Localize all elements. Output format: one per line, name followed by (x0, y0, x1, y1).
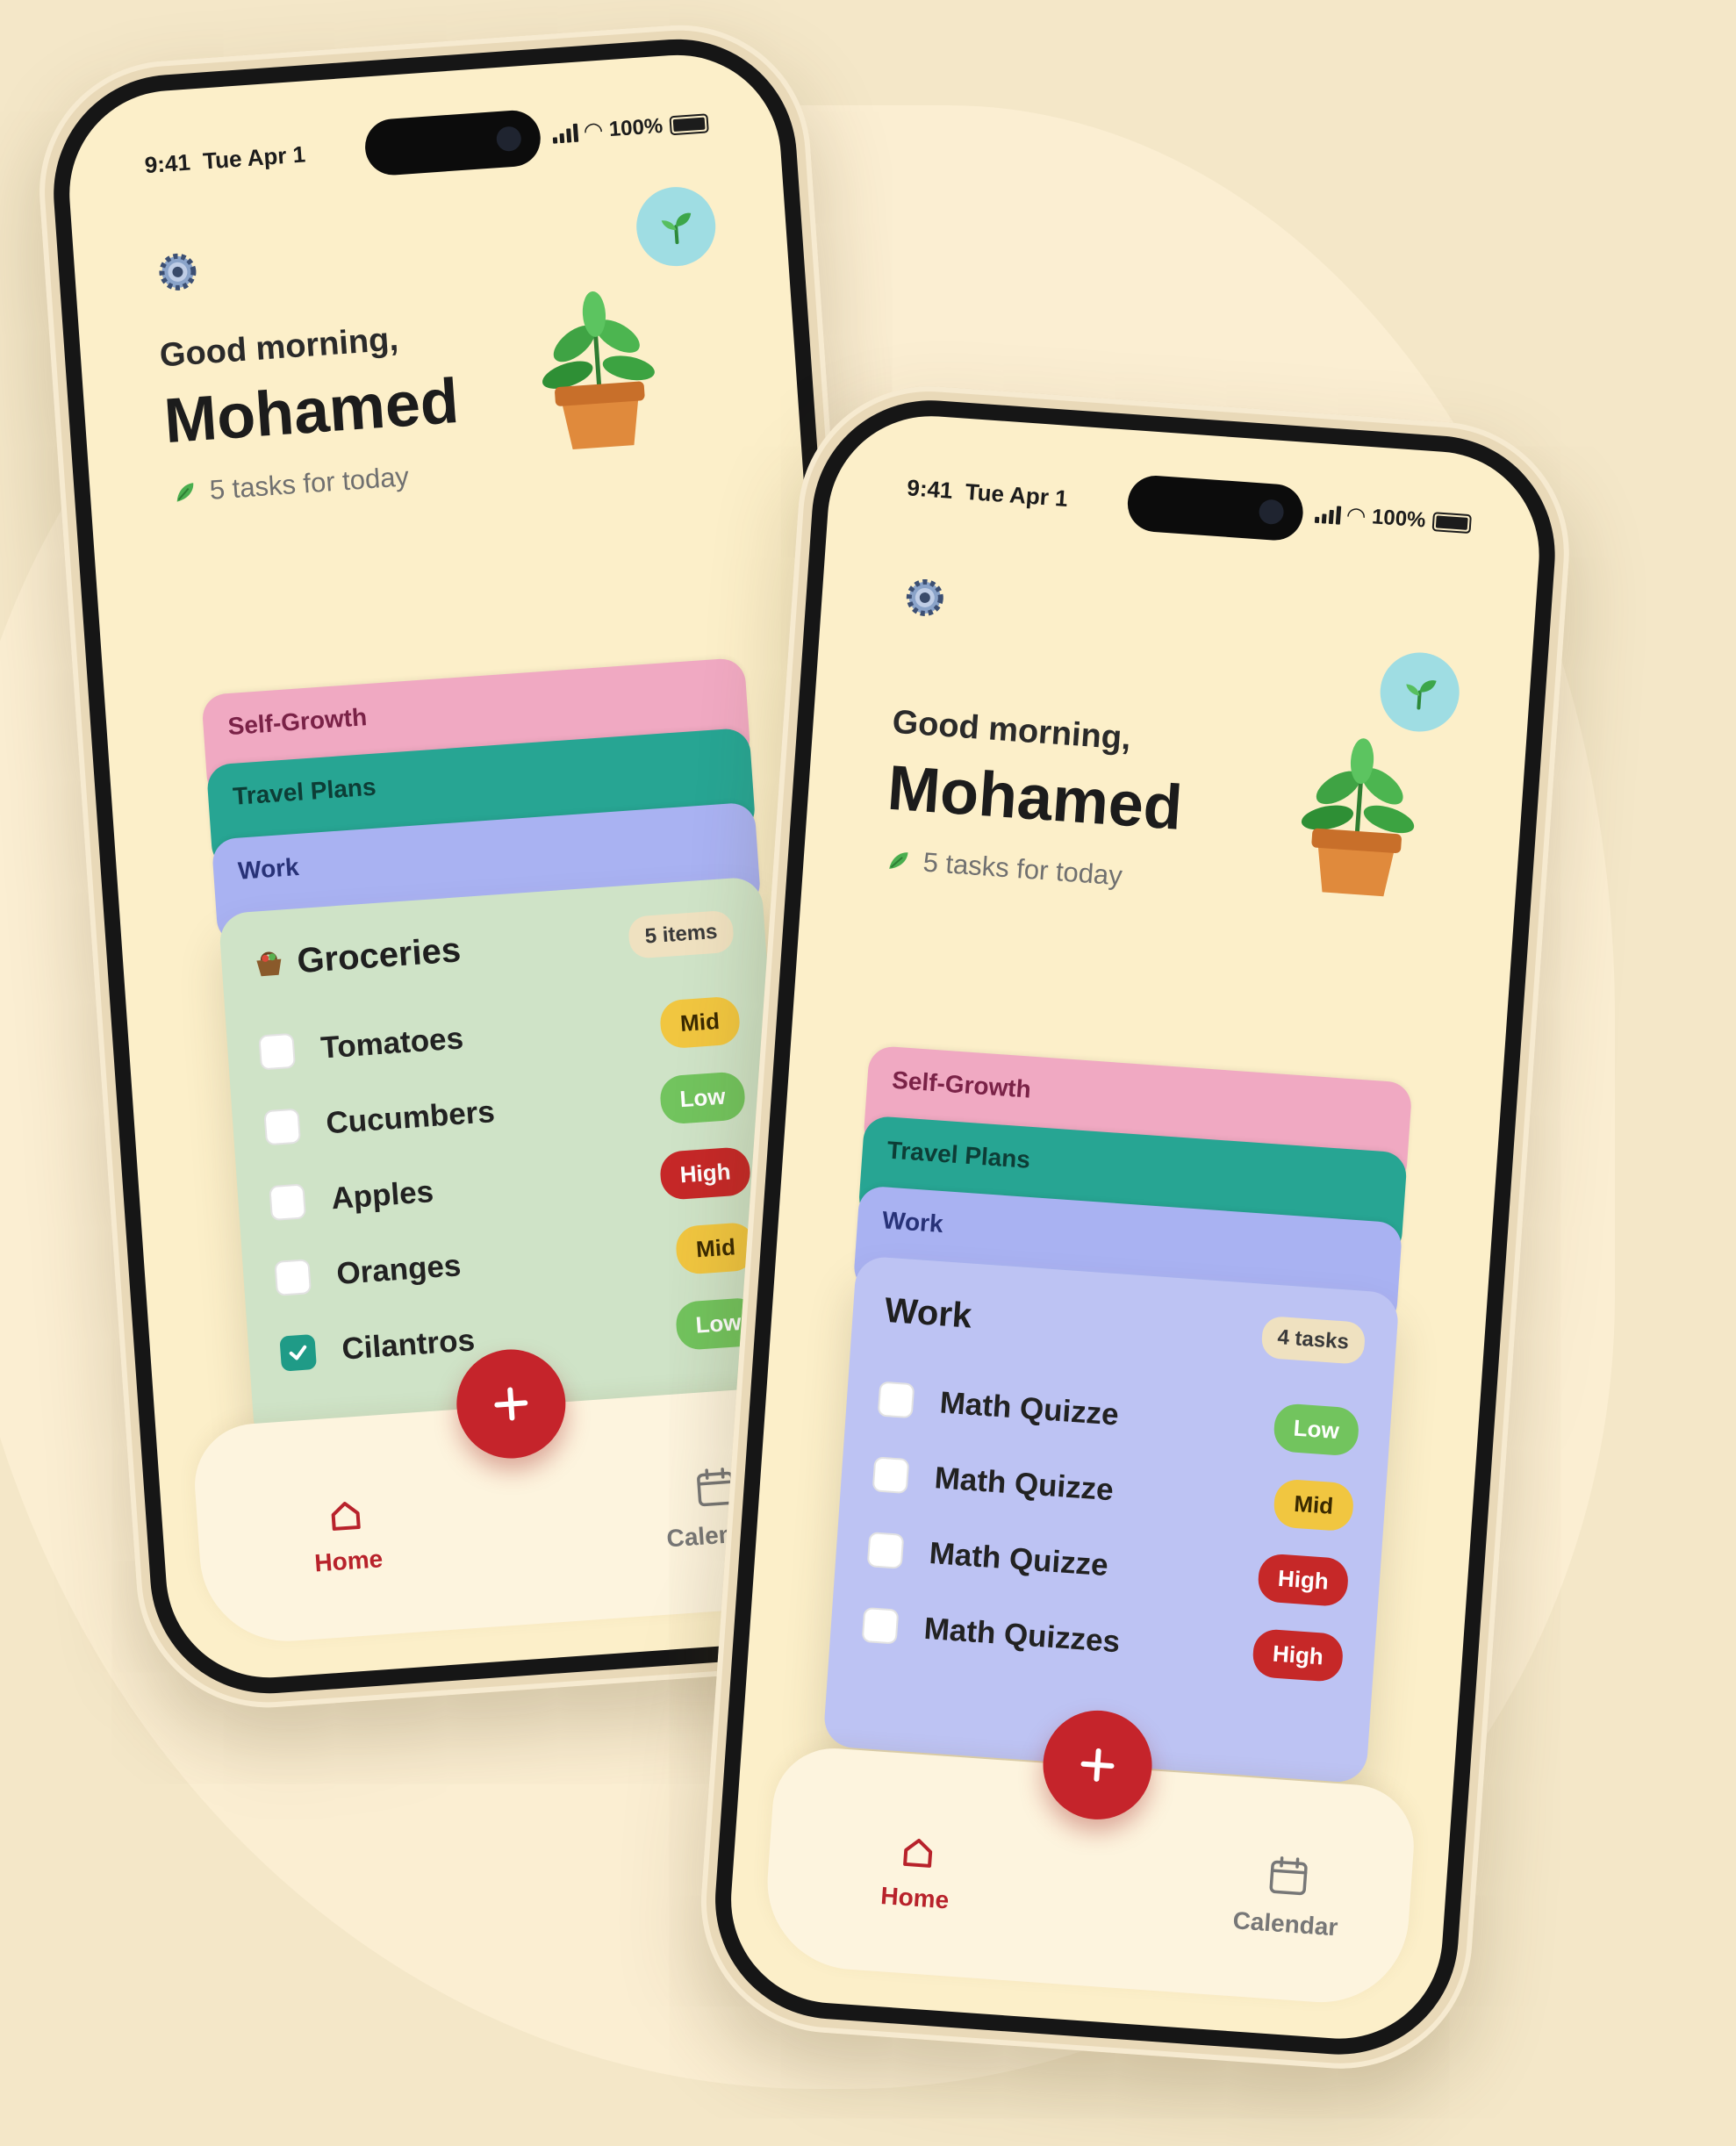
wifi-icon: ◠ (583, 116, 603, 145)
tasks-summary: 5 tasks for today (886, 844, 1123, 893)
plant-icon (1301, 738, 1415, 897)
sprout-button[interactable] (634, 184, 719, 269)
priority-badge: High (658, 1145, 752, 1201)
checkbox[interactable] (877, 1381, 915, 1419)
nav-calendar[interactable]: Calendar (1232, 1850, 1343, 1941)
item-label: Apples (330, 1174, 435, 1217)
battery-icon (1431, 511, 1472, 534)
checkbox[interactable] (274, 1259, 312, 1296)
item-label: Tomatoes (319, 1021, 465, 1066)
item-label: Cilantros (341, 1323, 477, 1367)
item-label: Math Quizze (933, 1461, 1115, 1508)
phone-work: 9:41 Tue Apr 1 ◠ 100% Good morning, Moha… (692, 377, 1578, 2078)
priority-badge: High (1252, 1627, 1345, 1683)
check-icon (289, 1345, 307, 1360)
item-label: Cucumbers (325, 1095, 496, 1141)
phone-bezel: 9:41 Tue Apr 1 ◠ 100% Good morning, Moha… (707, 392, 1563, 2063)
nav-home[interactable]: Home (879, 1831, 953, 1914)
priority-badge: Mid (1273, 1477, 1355, 1532)
gear-icon[interactable] (153, 247, 204, 298)
item-label: Math Quizzes (922, 1611, 1122, 1660)
signal-icon (551, 122, 578, 144)
checkbox[interactable] (861, 1606, 900, 1645)
tasks-count-badge: 4 tasks (1259, 1315, 1367, 1365)
battery-label: 100% (607, 113, 664, 141)
wifi-icon: ◠ (1346, 501, 1367, 529)
dynamic-island (1125, 473, 1305, 542)
plus-icon (1080, 1748, 1115, 1782)
checkbox[interactable] (263, 1108, 302, 1146)
sprout-button[interactable] (1377, 650, 1462, 735)
checkbox-checked[interactable] (279, 1333, 318, 1372)
battery-icon (669, 112, 709, 135)
battery-label: 100% (1371, 504, 1427, 532)
user-name: Mohamed (161, 366, 462, 457)
plant-icon (542, 291, 655, 449)
nav-home-label: Home (313, 1545, 384, 1577)
leaf-icon (176, 483, 194, 502)
status-bar-time: 9:41 Tue Apr 1 (143, 140, 306, 179)
nav-calendar-label: Calendar (1231, 1906, 1339, 1941)
home-icon (331, 1502, 361, 1531)
plus-icon (494, 1387, 528, 1421)
status-bar-right: ◠ 100% (1314, 499, 1472, 537)
work-card: Work 4 tasks Math Quizze Low Math Quizze (822, 1255, 1400, 1784)
sprout-icon (1406, 680, 1437, 710)
home-icon (903, 1838, 933, 1868)
screen: 9:41 Tue Apr 1 ◠ 100% Good morning, Moha… (724, 409, 1546, 2046)
item-label: Math Quizze (928, 1535, 1109, 1583)
priority-badge: Low (658, 1070, 747, 1125)
sprout-icon (661, 212, 692, 245)
nav-home[interactable]: Home (310, 1494, 384, 1577)
calendar-icon (1269, 1856, 1308, 1896)
user-name: Mohamed (885, 752, 1185, 843)
checkbox[interactable] (258, 1032, 297, 1071)
priority-badge: High (1257, 1552, 1350, 1607)
priority-badge: Mid (658, 994, 742, 1050)
item-label: Oranges (335, 1248, 463, 1291)
tasks-summary: 5 tasks for today (172, 461, 410, 509)
checkbox[interactable] (866, 1532, 905, 1569)
dynamic-island (362, 108, 542, 177)
nav-home-label: Home (879, 1882, 950, 1914)
item-label: Math Quizze (938, 1385, 1120, 1432)
basket-icon (256, 951, 282, 977)
card-title: Groceries (252, 930, 462, 984)
status-bar-right: ◠ 100% (551, 109, 709, 147)
checkbox[interactable] (269, 1183, 307, 1222)
bottom-nav: Home Calendar (761, 1706, 1418, 2008)
leaf-icon (889, 852, 908, 869)
greeting: Good morning, (891, 703, 1132, 757)
checkbox[interactable] (872, 1456, 910, 1495)
gear-icon[interactable] (900, 572, 950, 623)
status-bar-time: 9:41 Tue Apr 1 (906, 474, 1069, 512)
greeting: Good morning, (158, 320, 400, 375)
items-count-badge: 5 items (628, 909, 735, 959)
signal-icon (1314, 503, 1341, 525)
card-title: Work (883, 1290, 973, 1336)
priority-badge: Low (1273, 1402, 1360, 1457)
